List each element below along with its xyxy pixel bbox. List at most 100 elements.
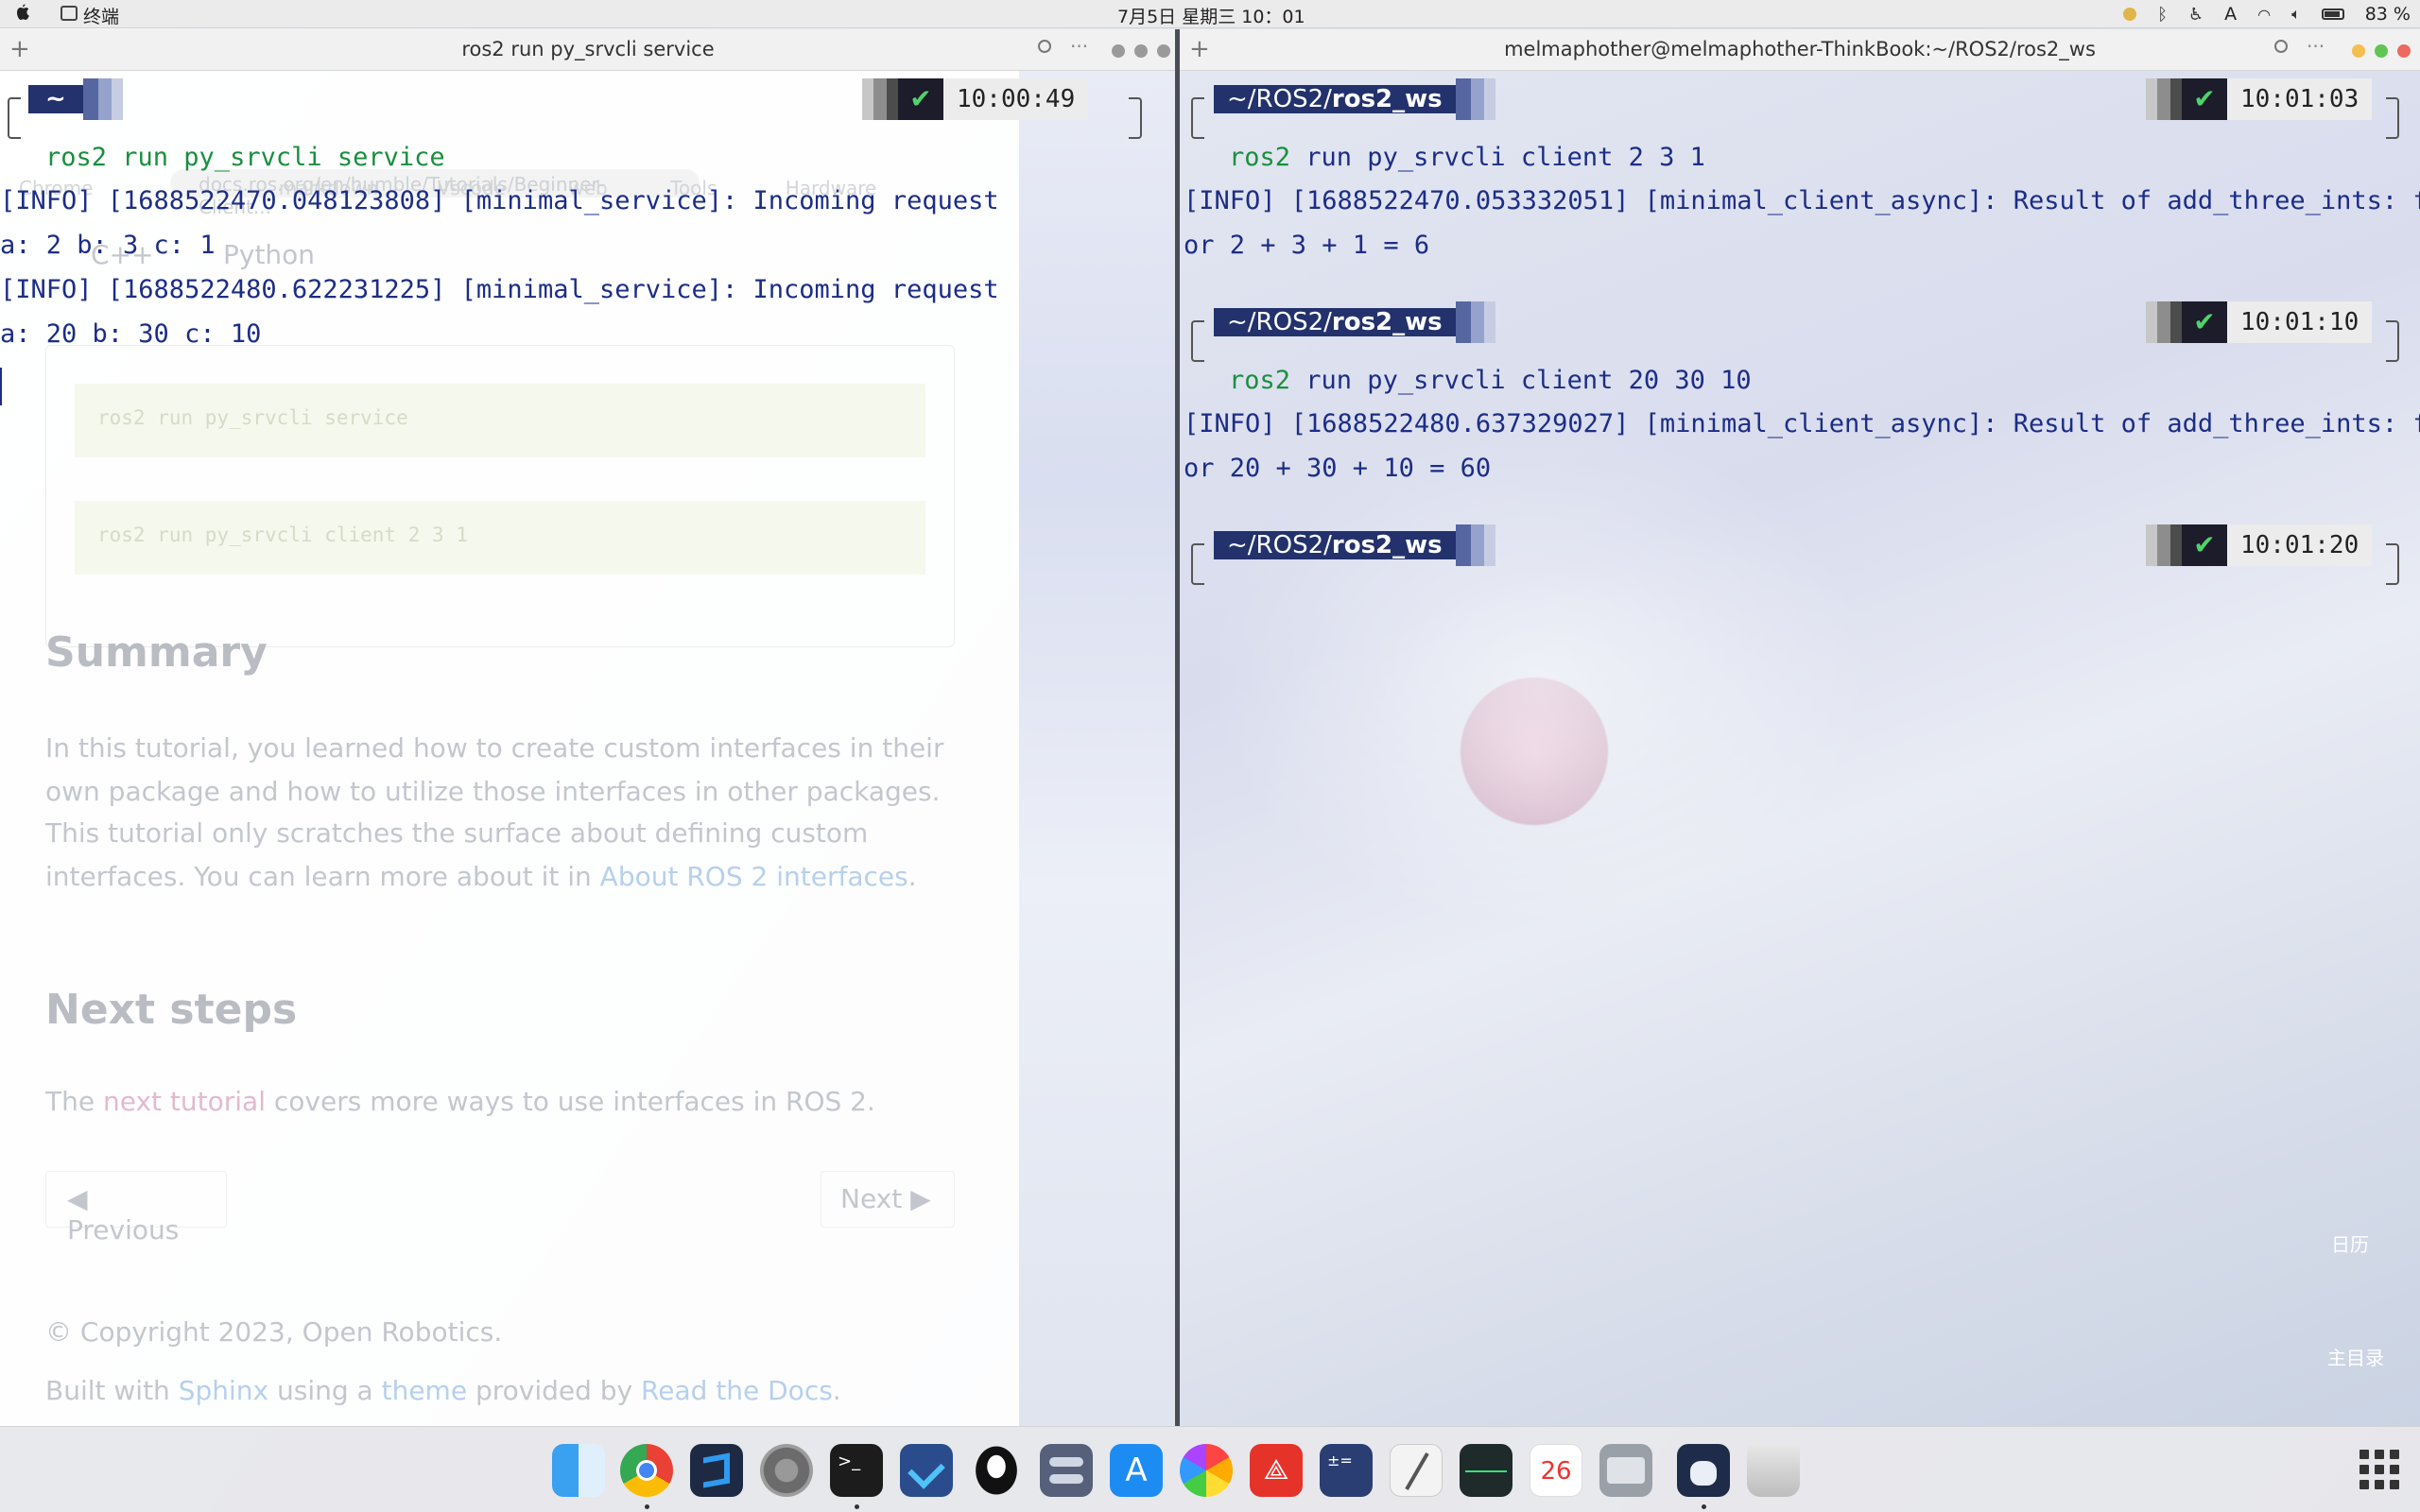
prompt-time: 10:00:49	[943, 78, 1089, 120]
output-line: [INFO] [1688522470.048123808] [minimal_s…	[0, 186, 999, 215]
activity-monitor-icon[interactable]	[1460, 1444, 1512, 1497]
minimize-dot-icon[interactable]	[2352, 44, 2365, 58]
volume-icon[interactable]: 🔈︎	[2291, 5, 2301, 24]
trash-icon[interactable]	[1747, 1444, 1800, 1497]
copyright-text: © Copyright 2023, Open Robotics.	[45, 1316, 503, 1348]
acrobat-icon[interactable]: ⟁	[1250, 1444, 1303, 1497]
settings-icon[interactable]	[760, 1444, 813, 1497]
output-line: or 2 + 3 + 1 = 6	[1184, 231, 1430, 260]
prompt-path-prefix: ~/ROS2/	[1227, 308, 1332, 336]
command-args: run py_srvcli client 2 3 1	[1290, 143, 1705, 172]
summary-paragraph-2: This tutorial only scratches the surface…	[45, 812, 972, 899]
chrome-icon[interactable]	[620, 1444, 673, 1497]
sphinx-link[interactable]: Sphinx	[179, 1375, 268, 1406]
menu-bar: 终端 7月5日 星期三 10：01 ᛒ ♿ A ◠ 🔈︎ 83 %	[0, 0, 2420, 28]
paragraph-text: .	[908, 861, 917, 892]
calculator-icon[interactable]: ±=	[1320, 1444, 1373, 1497]
running-indicator	[645, 1504, 649, 1509]
interfaces-link[interactable]: About ROS 2 interfaces	[600, 861, 908, 892]
terminal-icon[interactable]: >_	[830, 1444, 883, 1497]
prompt-path-segment: ~/ROS2/ros2_ws	[1214, 78, 1495, 120]
calendar-day: 26	[1540, 1457, 1572, 1486]
next-steps-paragraph: The next tutorial covers more ways to us…	[45, 1080, 972, 1124]
photos-icon[interactable]	[1180, 1444, 1233, 1497]
right-terminal-titlebar[interactable]: + melmaphother@melmaphother-ThinkBook:~/…	[1180, 29, 2420, 71]
prompt-bracket-left	[1191, 97, 1204, 139]
prompt-bracket-right	[1129, 97, 1142, 139]
qq-icon[interactable]	[970, 1444, 1023, 1497]
command-line: ros2 run py_srvcli service	[45, 135, 445, 180]
next-steps-heading: Next steps	[45, 986, 298, 1034]
maximize-dot-icon[interactable]	[2375, 44, 2388, 58]
command-args: run py_srvcli client 20 30 10	[1290, 366, 1752, 395]
left-terminal-pane[interactable]: + ros2 run py_srvcli service ··· docs.ro…	[0, 29, 1176, 1426]
active-app-name[interactable]: 终端	[83, 3, 119, 28]
maximize-dot-icon[interactable]	[1134, 44, 1148, 58]
prompt-time: 10:01:03	[2227, 78, 2373, 120]
code-tab-python: Python	[223, 239, 316, 270]
terminal-app-icon	[60, 6, 78, 21]
summary-heading: Summary	[45, 628, 268, 677]
previous-button[interactable]: ◀ Previous	[45, 1171, 227, 1246]
text-cursor	[0, 368, 2, 405]
output-line: [INFO] [1688522470.053332051] [minimal_c…	[1184, 186, 2420, 215]
left-terminal-titlebar[interactable]: + ros2 run py_srvcli service ···	[0, 29, 1176, 71]
toggle-icon[interactable]	[1040, 1444, 1093, 1497]
wallpaper-illustration	[1180, 71, 2420, 1426]
search-icon[interactable]	[2274, 40, 2288, 53]
cat-icon[interactable]	[1677, 1444, 1730, 1497]
readthedocs-link[interactable]: Read the Docs	[641, 1375, 833, 1406]
code-line: ros2 run py_srvcli client 2 3 1	[75, 501, 925, 575]
prompt-bracket-right	[2386, 543, 2399, 585]
prompt-status-segment: ✔ 10:01:03	[2146, 78, 2373, 120]
app-grid-icon[interactable]	[2360, 1450, 2399, 1489]
appstore-icon[interactable]: A	[1110, 1444, 1163, 1497]
prompt-status-segment: ✔ 10:01:10	[2146, 301, 2373, 343]
more-icon[interactable]: ···	[2307, 35, 2325, 58]
notification-icon[interactable]	[2123, 8, 2137, 21]
running-indicator	[855, 1504, 859, 1509]
theme-link[interactable]: theme	[382, 1375, 467, 1406]
previous-button-label: Previous	[67, 1214, 180, 1246]
apple-icon[interactable]	[13, 3, 32, 24]
footer-text: using a	[268, 1375, 382, 1406]
prompt-path-dir: ros2_ws	[1331, 85, 1443, 113]
next-button-label: Next	[840, 1183, 903, 1214]
code-block-container: ros2 run py_srvcli service ros2 run py_s…	[45, 345, 955, 647]
command-word: ros2	[1229, 143, 1291, 172]
input-method-label[interactable]: A	[2224, 4, 2237, 25]
battery-icon[interactable]	[2321, 9, 2344, 20]
jetbrains-icon[interactable]	[900, 1444, 953, 1497]
summary-paragraph: In this tutorial, you learned how to cre…	[45, 732, 944, 807]
minimize-dot-icon[interactable]	[1112, 44, 1125, 58]
calendar-icon[interactable]: 26	[1530, 1444, 1582, 1497]
accessibility-icon[interactable]: ♿	[2188, 5, 2204, 25]
prompt-path-prefix: ~/ROS2/	[1227, 85, 1332, 113]
bluetooth-icon[interactable]: ᛒ	[2157, 5, 2168, 25]
command-line: ros2 run py_srvcli client 20 30 10	[1229, 358, 1752, 403]
close-dot-icon[interactable]	[2397, 44, 2411, 58]
status-tray: ᛒ ♿ A ◠ 🔈︎ 83 %	[2123, 2, 2411, 26]
right-terminal-pane[interactable]: + melmaphother@melmaphother-ThinkBook:~/…	[1180, 29, 2420, 1426]
editor-icon[interactable]	[1390, 1444, 1443, 1497]
dock: >_ A ⟁ ±= 26	[0, 1426, 2420, 1512]
check-icon: ✔	[2182, 301, 2227, 343]
desktop-folder-label[interactable]: 主目录	[2327, 1343, 2384, 1370]
prompt-bracket-right	[2386, 320, 2399, 362]
menubar-clock[interactable]: 7月5日 星期三 10：01	[1117, 3, 1305, 28]
more-icon[interactable]: ···	[1070, 35, 1088, 58]
vscode-icon[interactable]	[690, 1444, 743, 1497]
search-icon[interactable]	[1038, 40, 1051, 53]
running-indicator	[1702, 1504, 1706, 1509]
disk-icon[interactable]	[1599, 1444, 1652, 1497]
wifi-icon[interactable]: ◠	[2257, 6, 2271, 24]
close-dot-icon[interactable]	[1157, 44, 1170, 58]
next-tutorial-link[interactable]: next tutorial	[103, 1086, 266, 1117]
left-terminal-title: ros2 run py_srvcli service	[461, 38, 715, 60]
prompt-bracket-left	[8, 97, 21, 139]
finder-icon[interactable]	[552, 1444, 605, 1497]
prompt-bracket-left	[1191, 543, 1204, 585]
next-button[interactable]: Next ▶	[821, 1171, 955, 1228]
desktop-folder-label[interactable]: 日历	[2331, 1229, 2369, 1257]
prompt-path: ~/ROS2/ros2_ws	[1214, 308, 1456, 336]
